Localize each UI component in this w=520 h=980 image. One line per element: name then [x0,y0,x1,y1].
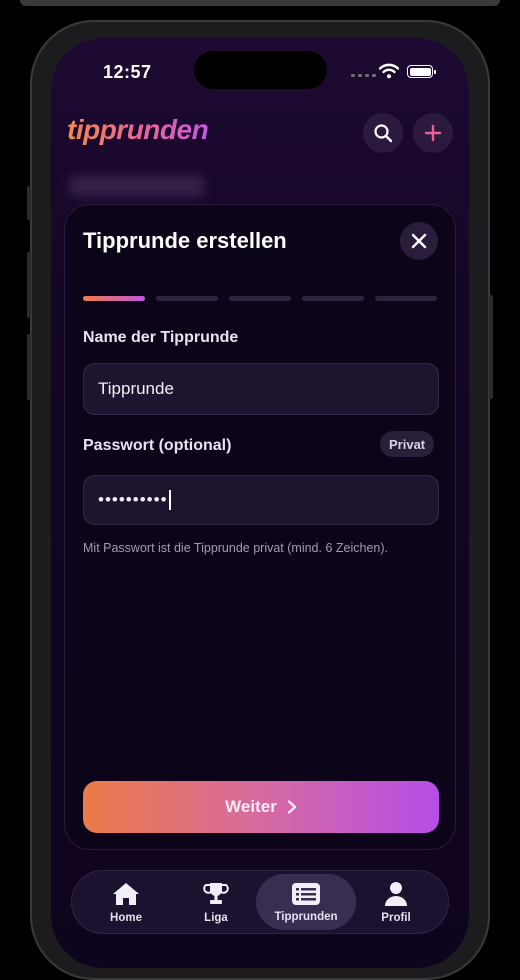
app-logo: tipprunden [67,114,209,145]
sheet-title: Tipprunde erstellen [83,228,287,253]
tab-profil-label: Profil [381,911,411,924]
search-icon [374,124,393,143]
phone-action-button [27,186,31,220]
tab-home[interactable]: Home [76,874,176,930]
tab-liga-label: Liga [204,911,228,924]
close-icon [411,233,427,249]
phone-volume-up [27,252,31,318]
tab-profil[interactable]: Profil [346,874,446,930]
phone-power-button [489,295,493,399]
text-caret [168,490,171,510]
plus-icon [424,124,442,142]
person-icon [385,881,407,906]
password-input[interactable]: •••••••••• [83,475,439,525]
screen: 12:57 tipprunden Tipprunde erstellen Nam… [51,38,469,968]
tab-bar: Home Liga Tipprunden Profil [71,870,449,934]
step-indicator-2 [156,296,218,301]
blurred-background-text [69,175,205,197]
password-label: Passwort (optional) [83,437,232,454]
dynamic-island [194,51,327,89]
password-input-value: •••••••••• [98,490,168,509]
step-indicator-4 [302,296,364,301]
name-input[interactable]: Tipprunde [83,363,439,415]
phone-volume-down [27,334,31,400]
wifi-icon [379,63,399,79]
chevron-right-icon [287,800,297,814]
tab-home-label: Home [110,911,142,924]
search-button[interactable] [363,113,403,153]
name-input-value: Tipprunde [98,379,174,398]
tab-tipprunden[interactable]: Tipprunden [256,874,356,930]
trophy-icon [203,882,229,904]
close-button[interactable] [400,222,438,260]
status-time: 12:57 [103,62,152,82]
step-progress [83,296,437,301]
privacy-badge: Privat [380,431,435,457]
next-button-label: Weiter [225,797,277,816]
step-indicator-1 [83,296,145,301]
add-button[interactable] [413,113,453,153]
top-edge-bar [20,0,500,6]
name-label: Name der Tipprunde [83,329,239,346]
step-indicator-5 [375,296,437,301]
password-hint: Mit Passwort ist die Tipprunde privat (m… [83,541,388,555]
tab-tipprunden-label: Tipprunden [274,910,338,923]
next-button[interactable]: Weiter [83,781,439,833]
create-tipprunde-sheet: Tipprunde erstellen Name der Tipprunde T… [64,204,456,850]
tab-liga[interactable]: Liga [166,874,266,930]
battery-icon [407,65,436,78]
step-indicator-3 [229,296,291,301]
cellular-signal-icon [351,74,376,77]
home-icon [113,882,139,905]
list-card-icon [292,882,320,905]
